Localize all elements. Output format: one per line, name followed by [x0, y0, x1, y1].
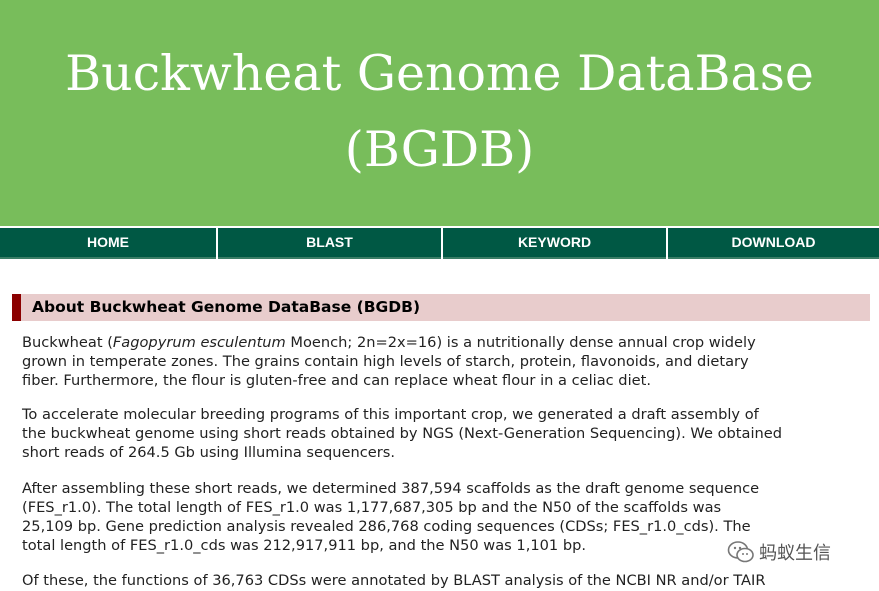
- text-span: Moench; 2n=2x=16) is a nutritionally den…: [285, 334, 756, 351]
- text-span: Buckwheat (: [22, 334, 113, 351]
- text-line: grown in temperate zones. The grains con…: [22, 353, 749, 370]
- text-line: short reads of 264.5 Gb using Illumina s…: [22, 444, 395, 461]
- nav-blast[interactable]: BLAST: [218, 228, 441, 259]
- intro-paragraph: Buckwheat (Fagopyrum esculentum Moench; …: [22, 333, 872, 390]
- site-title: Buckwheat Genome DataBase (BGDB): [0, 36, 879, 188]
- text-line: the buckwheat genome using short reads o…: [22, 425, 783, 442]
- annotation-paragraph: Of these, the functions of 36,763 CDSs w…: [22, 571, 872, 590]
- text-line: Buckwheat (Fagopyrum esculentum Moench; …: [22, 333, 872, 352]
- site-title-line2: (BGDB): [344, 121, 535, 178]
- watermark-text: 蚂蚁生信: [759, 543, 831, 564]
- text-line: To accelerate molecular breeding program…: [22, 406, 759, 423]
- text-line: fiber. Furthermore, the flour is gluten-…: [22, 372, 651, 389]
- about-section-header: About Buckwheat Genome DataBase (BGDB): [12, 294, 870, 321]
- wechat-icon: [727, 541, 754, 563]
- text-line: (FES_r1.0). The total length of FES_r1.0…: [22, 499, 722, 516]
- species-name: Fagopyrum esculentum: [112, 334, 286, 351]
- nav-home[interactable]: HOME: [0, 228, 216, 259]
- site-header: Buckwheat Genome DataBase (BGDB): [0, 0, 879, 226]
- watermark: 蚂蚁生信: [727, 538, 831, 566]
- main-nav: HOME BLAST KEYWORD DOWNLOAD: [0, 226, 879, 260]
- nav-keyword[interactable]: KEYWORD: [443, 228, 666, 259]
- text-line: 25,109 bp. Gene prediction analysis reve…: [22, 518, 751, 535]
- nav-download[interactable]: DOWNLOAD: [668, 228, 879, 259]
- text-line: After assembling these short reads, we d…: [22, 480, 760, 497]
- site-title-line1: Buckwheat Genome DataBase: [65, 45, 814, 102]
- text-line: Of these, the functions of 36,763 CDSs w…: [22, 572, 766, 589]
- assembly-paragraph: To accelerate molecular breeding program…: [22, 405, 872, 462]
- about-section-title: About Buckwheat Genome DataBase (BGDB): [32, 298, 421, 316]
